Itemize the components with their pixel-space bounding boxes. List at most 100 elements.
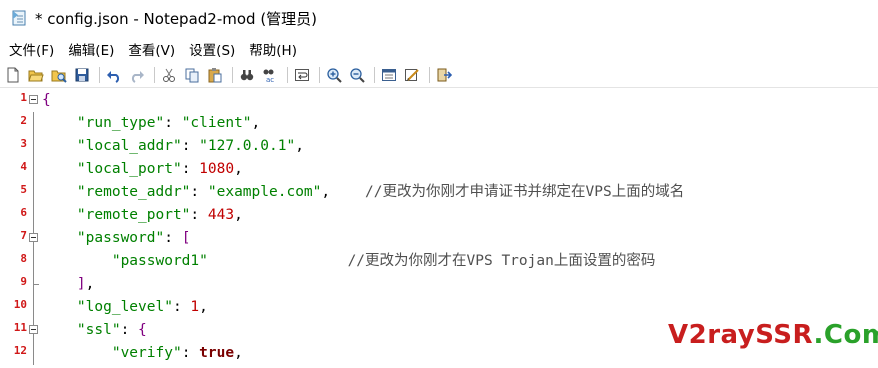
line-number: 10 [13, 298, 27, 311]
menu-view[interactable]: 查看(V) [121, 39, 182, 59]
watermark-part2: .Com [813, 320, 878, 350]
line-number: 8 [20, 252, 27, 265]
code-token: : [164, 115, 182, 131]
open-folder-button[interactable] [27, 66, 45, 84]
paste-button[interactable] [206, 66, 224, 84]
line-number: 12 [13, 344, 27, 357]
word-wrap-button[interactable] [293, 66, 311, 84]
exit-icon [437, 68, 452, 81]
word-wrap-icon [295, 68, 309, 81]
code-token: 1 [190, 299, 200, 315]
code-token: { [138, 322, 147, 338]
fold-toggle-icon[interactable] [29, 95, 38, 104]
fold-guide [33, 112, 34, 135]
zoom-in-button[interactable] [325, 66, 343, 84]
menu-file[interactable]: 文件(F) [0, 39, 61, 59]
save-icon [75, 68, 89, 81]
code-token: "remote_addr" [76, 184, 191, 200]
fold-toggle-icon[interactable] [29, 325, 38, 334]
code-token: 443 [207, 207, 235, 223]
customize-scheme-button[interactable] [403, 66, 421, 84]
code-token: : [181, 161, 200, 177]
code-line: 6 "remote_port": 443, [0, 204, 878, 227]
code-text: ], [42, 273, 94, 296]
code-token: "verify" [111, 345, 182, 361]
code-token: : [164, 230, 182, 246]
toolbar-separator [99, 66, 100, 83]
menu-bar: 文件(F) 编辑(E) 查看(V) 设置(S) 帮助(H) [0, 36, 878, 62]
code-token: , [234, 161, 243, 177]
code-token: : [190, 184, 208, 200]
line-number: 4 [20, 160, 27, 173]
line-number: 3 [20, 137, 27, 150]
window-title: * config.json - Notepad2-mod (管理员) [35, 9, 318, 28]
code-token: , [295, 138, 304, 154]
exit-button[interactable] [435, 66, 453, 84]
code-token: "ssl" [76, 322, 121, 338]
new-file-button[interactable] [4, 66, 22, 84]
cut-button[interactable] [160, 66, 178, 84]
code-token: : [172, 299, 191, 315]
zoom-in-icon [327, 67, 342, 83]
code-line: 7 "password": [ [0, 227, 878, 250]
save-button[interactable] [73, 66, 91, 84]
code-token: , [199, 299, 208, 315]
code-token: : [181, 138, 200, 154]
code-text: "remote_port": 443, [42, 204, 243, 227]
code-token: ] [76, 276, 86, 292]
code-token: , [234, 207, 243, 223]
notepad-app-icon [10, 9, 28, 27]
menu-edit[interactable]: 编辑(E) [61, 39, 121, 59]
code-line: 5 "remote_addr": "example.com", //更改为你刚才… [0, 181, 878, 204]
copy-button[interactable] [183, 66, 201, 84]
code-text: "log_level": 1, [42, 296, 208, 319]
line-number: 7 [20, 229, 27, 242]
code-token: , [321, 184, 366, 200]
code-token: , [85, 276, 95, 292]
code-token: "log_level" [76, 299, 173, 315]
code-line: 2 "run_type": "client", [0, 112, 878, 135]
redo-button[interactable] [128, 66, 146, 84]
fold-toggle-icon[interactable] [29, 233, 38, 242]
code-text: "local_port": 1080, [42, 158, 243, 181]
code-text: "run_type": "client", [42, 112, 260, 135]
toolbar-separator [154, 66, 155, 83]
code-token: : [181, 345, 200, 361]
code-text: "verify": true, [42, 342, 243, 365]
fold-guide [33, 204, 34, 227]
browse-button[interactable] [50, 66, 68, 84]
code-text: "ssl": { [42, 319, 147, 342]
code-line: 4 "local_port": 1080, [0, 158, 878, 181]
fold-guide [33, 296, 34, 319]
code-line: 8 "password1" //更改为你刚才在VPS Trojan上面设置的密码 [0, 250, 878, 273]
code-token: , [234, 345, 243, 361]
code-token: true [199, 345, 235, 361]
code-token: : [190, 207, 208, 223]
code-token: "run_type" [76, 115, 165, 131]
find-button[interactable] [238, 66, 256, 84]
menu-settings[interactable]: 设置(S) [182, 39, 242, 59]
line-number: 9 [20, 275, 27, 288]
menu-help[interactable]: 帮助(H) [242, 39, 304, 59]
svg-text:ac: ac [266, 76, 274, 83]
code-line: 9 ], [0, 273, 878, 296]
line-number: 6 [20, 206, 27, 219]
code-text: "remote_addr": "example.com", //更改为你刚才申请… [42, 181, 684, 204]
code-token: "password1" [111, 253, 208, 269]
fold-guide [33, 342, 34, 365]
fold-guide [33, 135, 34, 158]
undo-button[interactable] [105, 66, 123, 84]
zoom-out-button[interactable] [348, 66, 366, 84]
scheme-button[interactable] [380, 66, 398, 84]
replace-button[interactable]: ac [261, 66, 279, 84]
